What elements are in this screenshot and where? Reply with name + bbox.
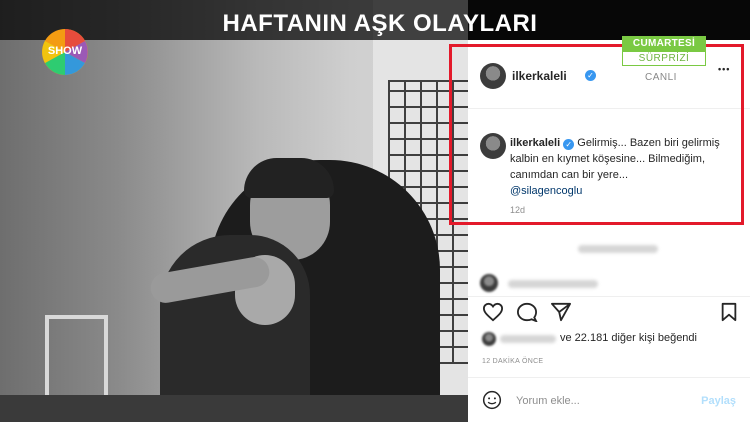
- program-badge: CUMARTESİ SÜRPRİZİ: [622, 36, 706, 66]
- comment-input[interactable]: Yorum ekle...: [516, 395, 580, 407]
- broadcast-frame: ilkerkaleli ✓ ••• ilkerkaleli ✓ Gelirmiş…: [0, 0, 750, 422]
- share-icon[interactable]: [550, 302, 572, 322]
- show-tv-logo: SHOW: [42, 29, 88, 75]
- blurred-liker-name: [500, 335, 556, 343]
- badge-line2: SÜRPRİZİ: [622, 51, 706, 66]
- top-banner: HAFTANIN AŞK OLAYLARI: [0, 0, 750, 40]
- heart-icon[interactable]: [482, 302, 504, 322]
- blurred-comment: [578, 245, 658, 253]
- blurred-avatar: [480, 274, 498, 292]
- post-comment-button[interactable]: Paylaş: [701, 395, 736, 407]
- likes-count[interactable]: ve 22.181 diğer kişi beğendi: [560, 332, 697, 344]
- badge-line1: CUMARTESİ: [622, 36, 706, 51]
- comment-icon[interactable]: [516, 302, 538, 322]
- live-label: CANLI: [645, 72, 677, 83]
- bookmark-icon[interactable]: [720, 302, 738, 322]
- logo-text: SHOW: [48, 45, 83, 57]
- liker-avatar: [482, 332, 496, 346]
- banner-title: HAFTANIN AŞK OLAYLARI: [222, 10, 538, 37]
- post-age: 12 DAKİKA ÖNCE: [482, 358, 544, 365]
- emoji-icon[interactable]: [482, 390, 502, 410]
- table: [0, 395, 468, 422]
- comment-box: Yorum ekle... Paylaş: [468, 377, 750, 422]
- blurred-comment: [508, 280, 598, 288]
- highlight-frame: [449, 44, 744, 225]
